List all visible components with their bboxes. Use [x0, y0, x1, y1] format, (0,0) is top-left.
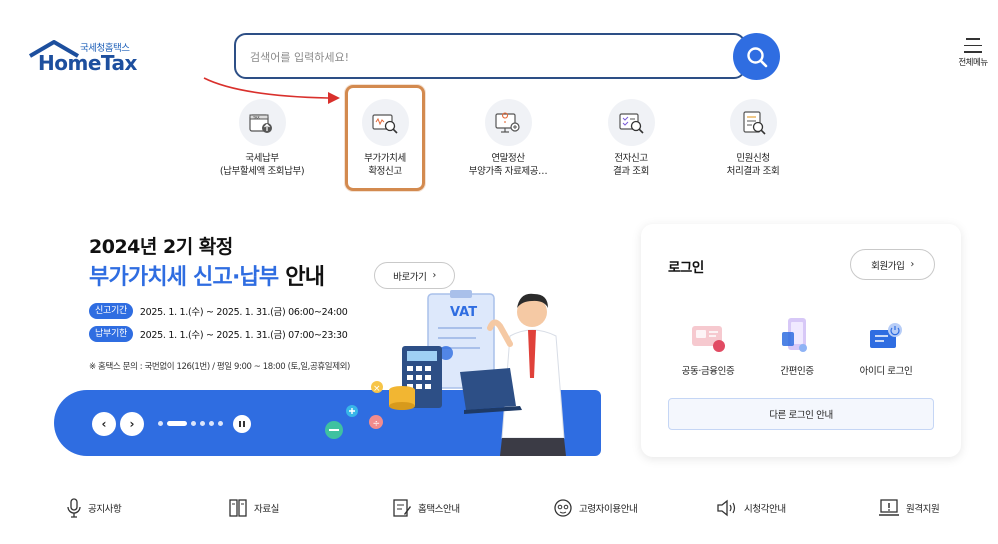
speaker-icon [717, 499, 736, 517]
search-button[interactable] [733, 33, 780, 80]
payment-deadline: 납부기한 2025. 1. 1.(수) ~ 2025. 1. 31.(금) 07… [89, 326, 348, 342]
footer-link-senior[interactable]: 고령자이용안내 [553, 498, 638, 518]
footer-link-notice[interactable]: 공지사항 [66, 498, 122, 518]
senior-icon [554, 499, 572, 517]
chevron-right-icon: › [129, 417, 135, 431]
e-filing-result-icon [619, 112, 644, 134]
id-login-button[interactable]: 아이디 로그인 [841, 310, 931, 377]
signup-button[interactable]: 회원가입 › [850, 249, 935, 280]
footer-link-guide[interactable]: 홈택스안내 [392, 498, 460, 518]
certificate-login-button[interactable]: 공동·금융인증 [663, 310, 753, 377]
remote-support-icon [879, 499, 899, 516]
chevron-left-icon: ‹ [101, 417, 107, 431]
payment-deadline-text: 2025. 1. 1.(수) ~ 2025. 1. 31.(금) 07:00~2… [139, 330, 348, 341]
search-icon [746, 46, 767, 67]
civil-petition-icon [743, 110, 766, 135]
pagination-dot-active[interactable] [167, 421, 187, 426]
tax-payment-icon: TAX [249, 113, 272, 133]
footer-link-label: 공지사항 [88, 504, 122, 515]
guide-icon [393, 499, 411, 517]
certificate-icon [692, 326, 725, 352]
pause-icon [239, 421, 245, 427]
payment-deadline-tag: 납부기한 [89, 326, 133, 342]
svg-text:TAX: TAX [252, 115, 260, 119]
filing-period: 신고기간 2025. 1. 1.(수) ~ 2025. 1. 31.(금) 06… [89, 303, 348, 319]
banner-next-button[interactable]: › [120, 412, 144, 436]
quick-menu-label: 국세납부 [245, 153, 279, 164]
full-menu-button[interactable]: 전체메뉴 [953, 38, 993, 68]
quick-menu-sublabel: 부양가족 자료제공… [468, 166, 548, 177]
highlight-box [345, 85, 425, 191]
banner-pagination [158, 421, 223, 426]
math-symbols-icon: ÷ [325, 405, 383, 439]
banner-headline-highlight: 부가가치세 신고·납부 [89, 265, 279, 290]
logo-title: HomeTax [38, 51, 137, 75]
footer-link-audiovisual[interactable]: 시청각안내 [716, 498, 786, 518]
year-end-settlement-icon [495, 111, 520, 133]
quick-menu-label: 민원신청 [736, 153, 770, 164]
footer-link-label: 고령자이용안내 [579, 504, 638, 515]
pagination-dot[interactable] [191, 421, 196, 426]
microphone-icon [67, 498, 81, 518]
quick-menu-sublabel: (납부할세액 조회납부) [219, 166, 305, 177]
login-option-label: 아이디 로그인 [859, 366, 913, 377]
quick-menu-tax-payment[interactable]: TAX 국세납부 (납부할세액 조회납부) [197, 99, 327, 178]
login-panel: 로그인 회원가입 › 공동·금융인증 간편인증 아이디 로그인 다른 로그인 안… [641, 224, 961, 457]
other-login-guide-button[interactable]: 다른 로그인 안내 [668, 398, 934, 430]
footer-link-archive[interactable]: 자료실 [228, 498, 279, 518]
id-login-icon [870, 323, 902, 348]
pagination-dot[interactable] [209, 421, 214, 426]
hometax-page: 국세청홈택스 HomeTax 전체메뉴 TAX [0, 0, 998, 544]
simple-auth-login-button[interactable]: 간편인증 [752, 310, 842, 377]
vat-illustration: VAT × [371, 290, 566, 456]
quick-menu-civil-petition[interactable]: 민원신청 처리결과 조회 [688, 99, 818, 178]
quick-menu-year-end[interactable]: 연말정산 부양가족 자료제공… [443, 99, 573, 178]
footer-link-remote[interactable]: 원격지원 [878, 498, 940, 518]
footer-link-label: 홈택스안내 [418, 504, 460, 515]
archive-icon [229, 499, 247, 517]
banner-title: 2024년 2기 확정 [89, 236, 233, 258]
signup-label: 회원가입 [871, 260, 905, 272]
login-option-label: 간편인증 [780, 366, 814, 377]
banner-headline: 부가가치세 신고·납부 안내 [89, 259, 325, 291]
hometax-logo[interactable]: 국세청홈택스 HomeTax [28, 40, 138, 75]
login-option-label: 공동·금융인증 [681, 366, 735, 377]
chevron-right-icon: › [910, 259, 914, 270]
full-menu-label: 전체메뉴 [958, 57, 988, 68]
filing-period-tag: 신고기간 [89, 303, 133, 319]
contact-notice: ※ 홈택스 문의 : 국번없이 126(1번) / 평일 9:00 ~ 18:0… [89, 362, 350, 372]
banner-headline-rest: 안내 [278, 265, 325, 290]
svg-text:÷: ÷ [373, 419, 381, 429]
pagination-dot[interactable] [200, 421, 205, 426]
svg-text:×: × [373, 384, 381, 394]
filing-period-text: 2025. 1. 1.(수) ~ 2025. 1. 31.(금) 06:00~2… [139, 307, 348, 318]
quick-menu-label: 전자신고 [614, 153, 648, 164]
quick-menu-e-filing[interactable]: 전자신고 결과 조회 [566, 99, 696, 178]
chevron-right-icon: › [432, 270, 436, 281]
pagination-dot[interactable] [218, 421, 223, 426]
quick-menu-sublabel: 결과 조회 [613, 166, 649, 177]
search-box [234, 33, 746, 79]
footer-link-label: 시청각안내 [744, 504, 786, 515]
hamburger-icon [964, 38, 982, 53]
footer-link-label: 자료실 [254, 504, 280, 515]
banner-pause-button[interactable] [233, 415, 251, 433]
pagination-dot[interactable] [158, 421, 163, 426]
vat-label: VAT [450, 305, 477, 320]
quick-menu-sublabel: 처리결과 조회 [726, 166, 780, 177]
login-title: 로그인 [668, 260, 704, 276]
banner-prev-button[interactable]: ‹ [92, 412, 116, 436]
banner-go-button[interactable]: 바로가기 › [374, 262, 455, 289]
footer-link-label: 원격지원 [906, 504, 940, 515]
simple-auth-icon [782, 318, 807, 352]
banner-go-label: 바로가기 [393, 271, 427, 283]
search-input[interactable] [250, 47, 720, 67]
quick-menu-label: 연말정산 [491, 153, 525, 164]
